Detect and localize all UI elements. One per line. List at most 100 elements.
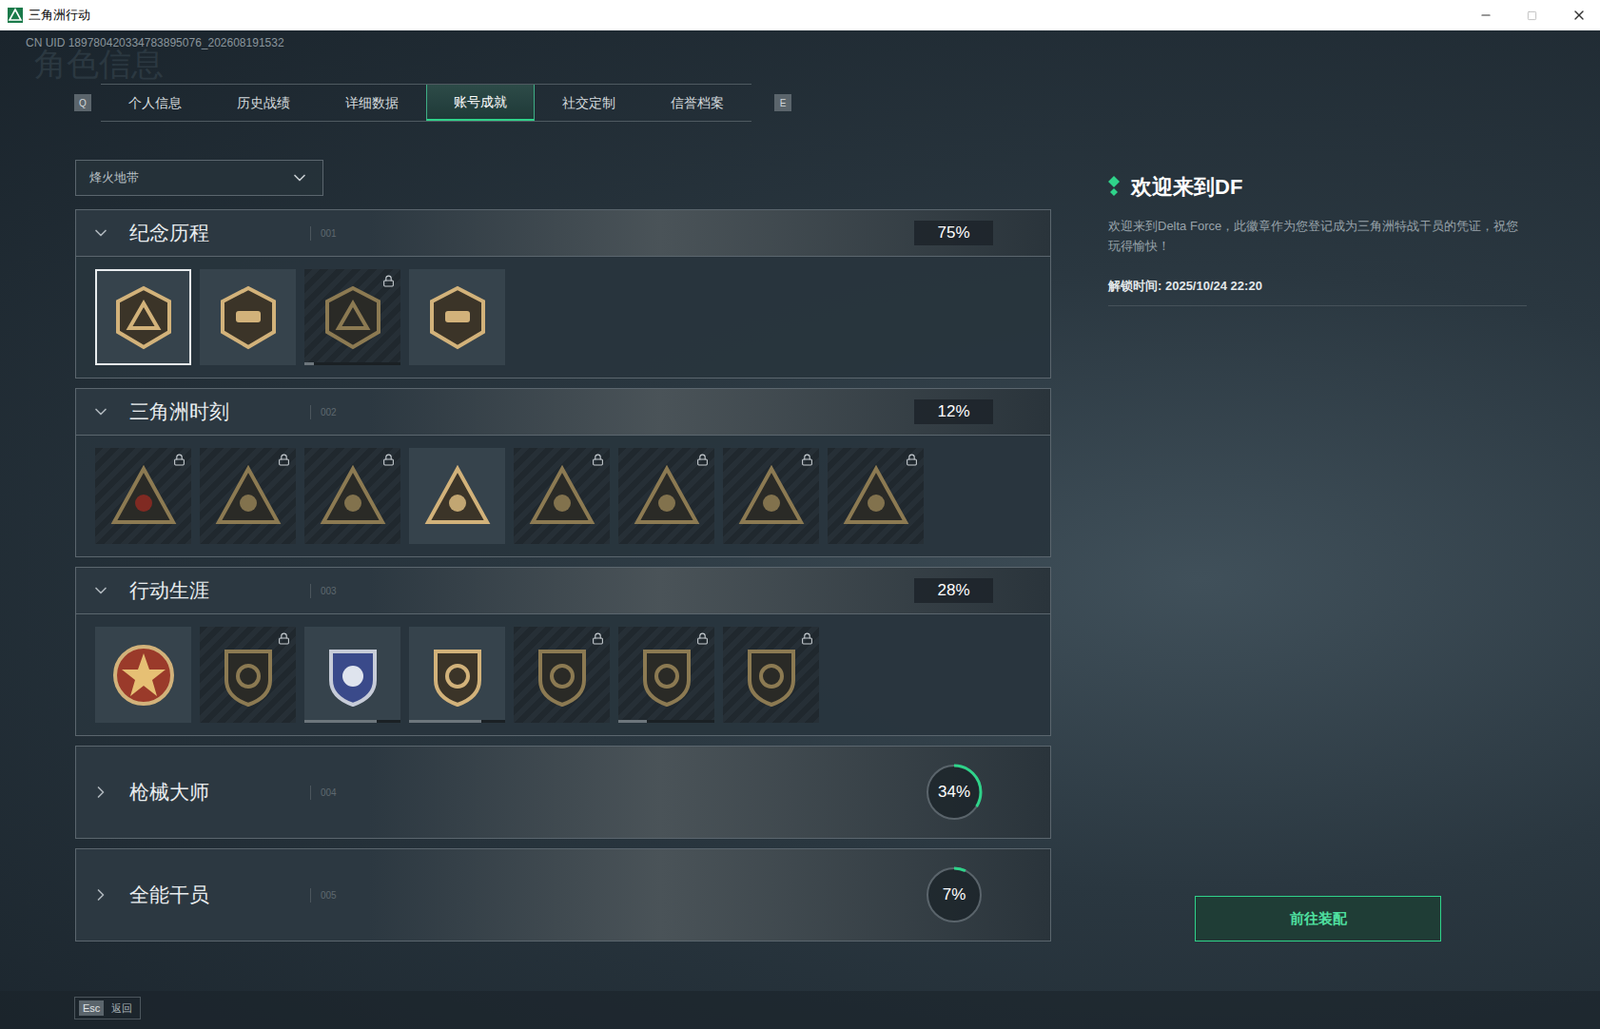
badge-tile[interactable] (513, 626, 610, 723)
badge-tile[interactable] (409, 626, 506, 723)
section-title: 全能干员 (129, 879, 311, 911)
section-header[interactable]: 三角洲时刻00212% (76, 389, 1051, 436)
tab-next-key[interactable]: E (774, 94, 792, 112)
badge-tile[interactable] (513, 448, 610, 545)
back-label: 返回 (111, 1000, 137, 1017)
badge-tile[interactable] (618, 626, 715, 723)
achievement-section: 纪念历程00175% (75, 209, 1052, 379)
tab[interactable]: 社交定制 (534, 84, 644, 121)
app-logo-icon (7, 7, 23, 23)
tab[interactable]: 历史战绩 (209, 84, 318, 121)
uid-label: CN UID 189780420334783895076_20260819153… (0, 30, 1600, 52)
tab[interactable]: 详细数据 (317, 84, 427, 121)
badge-emblem-icon (633, 463, 701, 530)
badge-emblem-icon (110, 284, 177, 352)
section-code: 004 (310, 785, 337, 800)
section-title: 行动生涯 (129, 575, 311, 606)
diamond-icon (1108, 175, 1120, 199)
tab[interactable]: 账号成就 (426, 84, 535, 121)
badge-emblem-icon (214, 642, 282, 709)
minimize-icon[interactable] (1479, 8, 1493, 22)
badge-tile[interactable] (95, 626, 192, 723)
section-list: 纪念历程00175%三角洲时刻00212%行动生涯00328%枪械大师00434… (75, 209, 1052, 942)
progress-percent: 34% (937, 780, 971, 805)
lock-icon (696, 632, 709, 645)
lock-icon (800, 632, 814, 645)
badge-tile[interactable] (304, 448, 401, 545)
badge-progress (304, 362, 401, 366)
tab[interactable]: 个人信息 (100, 84, 210, 121)
badge-emblem-icon (633, 642, 701, 709)
content: 烽火地带纪念历程00175%三角洲时刻00212%行动生涯00328%枪械大师0… (0, 159, 1600, 942)
achievement-section: 三角洲时刻00212% (75, 388, 1052, 558)
badge-tile[interactable] (95, 448, 192, 545)
badge-row (76, 435, 1051, 557)
lock-icon (591, 453, 605, 467)
badge-tile[interactable] (199, 448, 296, 545)
lock-icon (696, 453, 709, 467)
badge-tile[interactable] (304, 626, 401, 723)
back-key-button[interactable]: Esc返回 (74, 996, 141, 1021)
badge-tile[interactable] (409, 269, 506, 366)
lock-icon (277, 632, 291, 645)
badge-tile[interactable] (618, 448, 715, 545)
badge-tile[interactable] (827, 448, 924, 545)
section-title: 枪械大师 (129, 777, 311, 808)
badge-progress (409, 720, 506, 723)
badge-tile[interactable] (722, 448, 820, 545)
badge-tile[interactable] (199, 269, 296, 366)
badge-tile[interactable] (722, 626, 820, 723)
badge-emblem-icon (738, 463, 805, 530)
lock-icon (591, 632, 605, 645)
detail-title-row: 欢迎来到DF (1108, 171, 1527, 203)
lock-icon (382, 453, 395, 467)
badge-emblem-icon (319, 642, 387, 709)
section-header[interactable]: 纪念历程00175% (76, 210, 1051, 257)
lock-icon (382, 274, 395, 288)
badge-emblem-icon (319, 463, 387, 530)
badge-row (76, 256, 1051, 378)
progress-ring: 7% (924, 865, 984, 925)
badge-emblem-icon (319, 284, 387, 352)
badge-row (76, 614, 1051, 736)
section-code: 005 (310, 888, 337, 903)
badge-tile[interactable] (95, 269, 192, 366)
chevron-down-icon (91, 223, 111, 243)
section-code: 002 (310, 405, 337, 420)
badge-tile[interactable] (199, 626, 296, 723)
badge-emblem-icon (842, 463, 910, 530)
section-percent: 28% (914, 578, 994, 604)
badge-emblem-icon (738, 642, 805, 709)
badge-emblem-icon (214, 463, 282, 530)
tab-prev-key[interactable]: Q (74, 94, 92, 112)
tab[interactable]: 信誉档案 (643, 84, 752, 121)
badge-tile[interactable] (304, 269, 401, 366)
badge-progress (304, 720, 401, 723)
progress-percent: 7% (942, 882, 967, 908)
section-header[interactable]: 行动生涯00328% (76, 567, 1051, 615)
window-title: 三角洲行动 (28, 5, 91, 25)
lock-icon (277, 453, 291, 467)
section-header[interactable]: 全能干员005 7% (76, 849, 1051, 941)
watermark: 角色信息 (34, 47, 164, 80)
achievement-section: 全能干员005 7% (75, 848, 1052, 942)
equip-button[interactable]: 前往装配 (1194, 896, 1442, 942)
badge-emblem-icon (528, 642, 596, 709)
chevron-right-icon (91, 885, 111, 905)
badge-tile[interactable] (409, 448, 506, 545)
badge-emblem-icon (214, 284, 282, 352)
badge-emblem-icon (424, 463, 491, 530)
close-icon[interactable] (1571, 7, 1587, 23)
mode-select[interactable]: 烽火地带 (75, 159, 324, 196)
lock-icon (800, 453, 814, 467)
maximize-icon[interactable] (1526, 10, 1538, 21)
section-code: 001 (310, 226, 337, 241)
detail-panel: 欢迎来到DF欢迎来到Delta Force，此徽章作为您登记成为三角洲特战干员的… (1108, 159, 1527, 942)
badge-emblem-icon (110, 642, 177, 709)
achievement-section: 枪械大师004 34% (75, 745, 1052, 840)
section-header[interactable]: 枪械大师004 34% (76, 746, 1051, 839)
section-percent: 75% (914, 220, 994, 246)
badge-emblem-icon (528, 463, 596, 530)
badge-emblem-icon (424, 284, 491, 352)
chevron-right-icon (91, 782, 111, 802)
